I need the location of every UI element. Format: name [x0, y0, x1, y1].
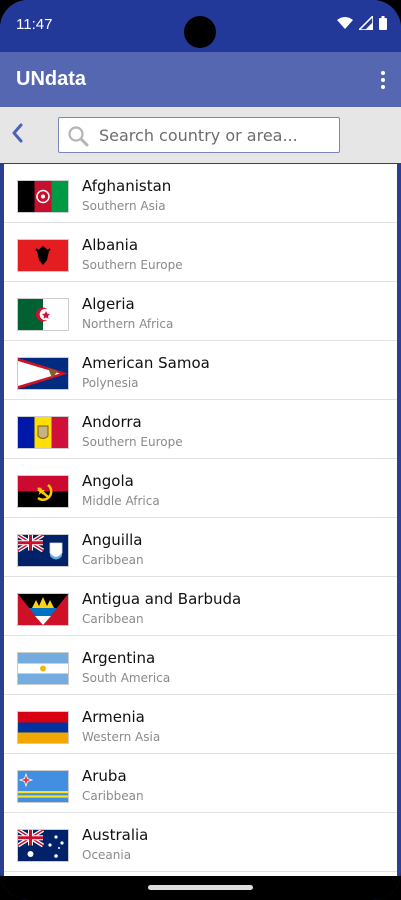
status-bar: 11:47 [0, 0, 401, 52]
flag-anguilla-icon [17, 534, 69, 567]
country-region: Caribbean [82, 612, 144, 626]
country-row[interactable]: American Samoa Polynesia [4, 341, 397, 400]
country-region: Western Asia [82, 730, 161, 744]
flag-armenia-icon [17, 711, 69, 744]
app-title: UNdata [16, 68, 87, 90]
flag-afghanistan-icon [17, 180, 69, 213]
overflow-menu-icon[interactable] [379, 70, 387, 90]
app-bar: UNdata [0, 52, 401, 107]
country-name: Angola [82, 472, 134, 490]
flag-argentina-icon [17, 652, 69, 685]
country-row[interactable]: Andorra Southern Europe [4, 400, 397, 459]
country-region: Polynesia [82, 376, 139, 390]
country-name: American Samoa [82, 354, 210, 372]
flag-algeria-icon [17, 298, 69, 331]
country-row[interactable]: Angola Middle Africa [4, 459, 397, 518]
country-name: Argentina [82, 649, 156, 667]
search-field[interactable] [58, 117, 340, 153]
country-list: Afghanistan Southern Asia Albania Southe… [4, 164, 397, 876]
flag-andorra-icon [17, 416, 69, 449]
flag-antigua-barbuda-icon [17, 593, 69, 626]
country-row[interactable]: Algeria Northern Africa [4, 282, 397, 341]
flag-albania-icon [17, 239, 69, 272]
country-region: Caribbean [82, 789, 144, 803]
country-row[interactable]: Antigua and Barbuda Caribbean [4, 577, 397, 636]
country-name: Australia [82, 826, 149, 844]
signal-icon [359, 16, 373, 30]
country-region: Northern Africa [82, 317, 174, 331]
home-gesture-handle[interactable] [148, 885, 253, 890]
phone-screen: 11:47 UNdata Afgh [0, 0, 401, 900]
flag-australia-icon [17, 829, 69, 862]
country-row[interactable]: Armenia Western Asia [4, 695, 397, 754]
country-region: Southern Europe [82, 258, 183, 272]
country-region: Caribbean [82, 553, 144, 567]
country-region: Southern Europe [82, 435, 183, 449]
country-name: Armenia [82, 708, 145, 726]
country-row[interactable]: Australia Oceania [4, 813, 397, 872]
navigation-bar [0, 876, 401, 900]
status-time: 11:47 [16, 16, 53, 33]
back-arrow-icon[interactable] [6, 119, 30, 147]
wifi-icon [337, 17, 353, 29]
flag-angola-icon [17, 475, 69, 508]
country-region: Southern Asia [82, 199, 166, 213]
country-row[interactable]: Anguilla Caribbean [4, 518, 397, 577]
search-input[interactable] [97, 118, 335, 152]
country-row[interactable]: Aruba Caribbean [4, 754, 397, 813]
country-row[interactable]: Argentina South America [4, 636, 397, 695]
status-icons [337, 16, 387, 30]
flag-aruba-icon [17, 770, 69, 803]
country-name: Aruba [82, 767, 127, 785]
country-row[interactable]: Afghanistan Southern Asia [4, 164, 397, 223]
country-name: Algeria [82, 295, 135, 313]
country-name: Afghanistan [82, 177, 172, 195]
camera-cutout [184, 16, 216, 48]
search-bar [0, 107, 401, 163]
flag-american-samoa-icon [17, 357, 69, 390]
country-row[interactable]: Albania Southern Europe [4, 223, 397, 282]
country-name: Albania [82, 236, 139, 254]
search-icon [68, 126, 89, 147]
battery-icon [379, 16, 387, 30]
country-name: Andorra [82, 413, 142, 431]
country-region: Middle Africa [82, 494, 160, 508]
country-region: Oceania [82, 848, 132, 862]
country-name: Anguilla [82, 531, 143, 549]
country-region: South America [82, 671, 171, 685]
country-name: Antigua and Barbuda [82, 590, 242, 608]
